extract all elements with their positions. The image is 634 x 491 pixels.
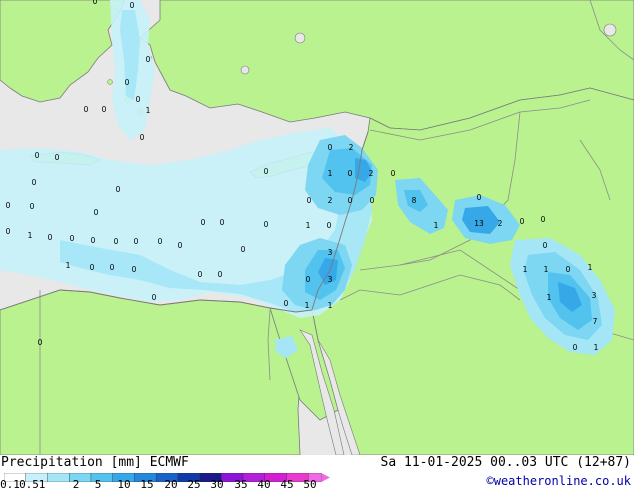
precip-value-label: 0: [35, 151, 40, 160]
precip-value-label: 0: [94, 208, 99, 217]
precip-value-label: 0: [84, 105, 89, 114]
precip-value-label: 0: [566, 265, 571, 274]
precip-value-label: 0: [130, 1, 135, 10]
legend-tick-label: 10: [117, 478, 131, 491]
precip-value-label: 1: [544, 265, 549, 274]
legend-tick-label: 1: [38, 478, 46, 491]
island-3: [107, 79, 113, 85]
precip-value-label: 1: [305, 301, 310, 310]
legend-tick-label: 0.1: [0, 478, 20, 491]
legend-tick-label: 20: [164, 478, 178, 491]
precip-value-label: 0: [134, 237, 139, 246]
legend-tick-label: 25: [187, 478, 201, 491]
precip-value-label: 0: [520, 217, 525, 226]
lake-1: [294, 32, 306, 44]
legend-tick-label: 30: [210, 478, 224, 491]
precip-value-label: 0: [70, 234, 75, 243]
legend-tick-label: 50: [303, 478, 317, 491]
map-title: Precipitation [mm] ECMWF: [1, 455, 189, 470]
lake-2: [240, 65, 250, 75]
precip-value-label: 0: [48, 233, 53, 242]
precip-value-label: 3: [328, 248, 333, 257]
bottom-bar: Precipitation [mm] ECMWF Sa 11-01-2025 0…: [0, 455, 634, 490]
precip-value-label: 0: [220, 218, 225, 227]
precip-value-label: 3: [592, 291, 597, 300]
precip-value-label: 0: [284, 299, 289, 308]
precip-value-label: 0: [201, 218, 206, 227]
precip-value-label: 0: [327, 221, 332, 230]
precip-value-label: 1: [523, 265, 528, 274]
precip-value-label: 0: [348, 196, 353, 205]
precip-value-label: 0: [573, 343, 578, 352]
precip-value-label: 0: [102, 105, 107, 114]
precip-value-label: 0: [307, 196, 312, 205]
precip-value-label: 1: [28, 231, 33, 240]
precip-value-label: 2: [349, 143, 354, 152]
precip-value-label: 1: [547, 293, 552, 302]
legend-ticks: 0.1 0.5 1 2 5 10 15 20 25 30 35 40 45 50: [0, 479, 340, 491]
lake-3: [603, 23, 617, 37]
precip-value-label: 0: [38, 338, 43, 347]
precip-value-label: 0: [93, 0, 98, 6]
precip-value-label: 2: [498, 219, 503, 228]
precip-value-label: 0: [370, 196, 375, 205]
precip-value-label: 0: [241, 245, 246, 254]
precip-value-label: 0: [125, 78, 130, 87]
legend-tick-label: 0.5: [19, 478, 39, 491]
precip-value-label: 0: [6, 227, 11, 236]
legend-tick-label: 15: [140, 478, 154, 491]
precip-value-label: 0: [90, 263, 95, 272]
precip-value-label: 0: [32, 178, 37, 187]
precip-value-label: 0: [146, 55, 151, 64]
precip-value-label: 0: [306, 275, 311, 284]
precip-value-label: 0: [114, 237, 119, 246]
precip-value-label: 1: [434, 221, 439, 230]
legend-tick-label: 5: [94, 478, 102, 491]
precipitation-map: 0 0 2 1 0 2 0 0 2 0 0 8 1 0 13 2 0 0 0 1 1 0 1 3 1 7 0 1 1 0 3 0 3 0 1 1 0 1 0…: [0, 0, 634, 456]
precip-value-label: 0: [136, 95, 141, 104]
precip-value-label: 0: [30, 202, 35, 211]
precip-value-label: 2: [369, 169, 374, 178]
legend-tick-label: 40: [257, 478, 271, 491]
precip-value-label: 0: [178, 241, 183, 250]
precip-value-label: 0: [198, 270, 203, 279]
precip-value-label: 1: [306, 221, 311, 230]
precip-value-label: 0: [152, 293, 157, 302]
precip-value-label: 0: [391, 169, 396, 178]
precip-value-label: 0: [543, 241, 548, 250]
precip-value-label: 1: [146, 106, 151, 115]
precip-value-label: 0: [328, 143, 333, 152]
precip-value-label: 0: [541, 215, 546, 224]
precip-value-label: 0: [6, 201, 11, 210]
precip-value-label: 13: [474, 219, 484, 228]
precip-value-label: 0: [264, 167, 269, 176]
egypt-land: [0, 289, 319, 456]
credit-link[interactable]: ©weatheronline.co.uk: [487, 474, 632, 488]
map-timestamp: Sa 11-01-2025 00..03 UTC (12+87): [380, 455, 631, 470]
precip-value-label: 0: [140, 133, 145, 142]
precip-value-label: 0: [158, 237, 163, 246]
legend-tick-label: 2: [72, 478, 80, 491]
precip-value-label: 0: [91, 236, 96, 245]
precip-value-label: 3: [328, 275, 333, 284]
precip-value-label: 7: [593, 317, 598, 326]
precip-value-label: 1: [328, 301, 333, 310]
precip-value-label: 1: [328, 169, 333, 178]
legend-tick-label: 45: [280, 478, 294, 491]
precip-value-label: 1: [594, 343, 599, 352]
precip-value-label: 0: [264, 220, 269, 229]
precip-value-label: 0: [116, 185, 121, 194]
precip-value-label: 0: [218, 270, 223, 279]
precip-value-label: 0: [110, 263, 115, 272]
precip-value-label: 2: [328, 196, 333, 205]
precip-value-label: 0: [348, 169, 353, 178]
precip-value-label: 8: [412, 196, 417, 205]
precip-value-label: 0: [132, 265, 137, 274]
precip-value-label: 1: [588, 263, 593, 272]
precip-value-label: 0: [477, 193, 482, 202]
precip-value-label: 1: [66, 261, 71, 270]
legend-tick-label: 35: [234, 478, 248, 491]
precip-value-label: 0: [55, 153, 60, 162]
